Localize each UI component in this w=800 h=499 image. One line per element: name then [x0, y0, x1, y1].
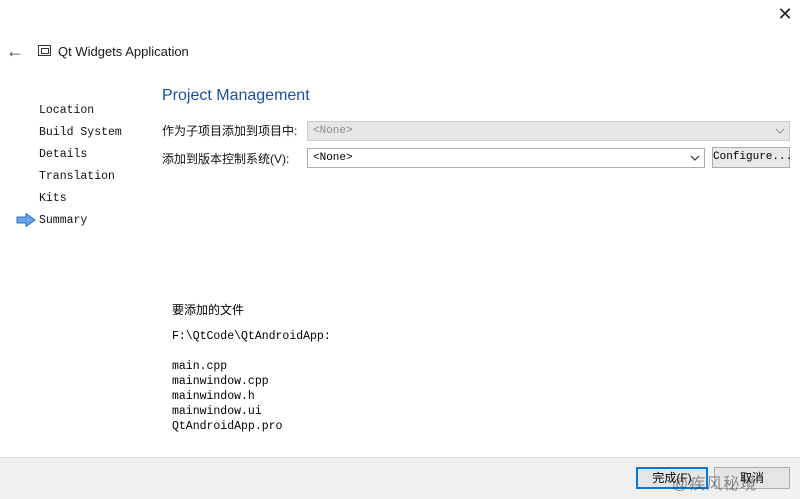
version-control-combo[interactable]: <None> [307, 148, 705, 168]
add-subproject-combo[interactable]: <None> [307, 121, 790, 141]
version-control-label: 添加到版本控制系统(V): [162, 152, 290, 166]
step-translation: Translation [39, 170, 115, 183]
file-item: mainwindow.ui [172, 405, 262, 418]
file-item: mainwindow.h [172, 390, 255, 403]
close-button[interactable]: ✕ [772, 2, 798, 26]
file-item: QtAndroidApp.pro [172, 420, 283, 433]
watermark: @疾风秘境 [672, 476, 758, 493]
wizard-title: Qt Widgets Application [58, 44, 189, 59]
back-arrow-icon[interactable]: ← [4, 40, 26, 62]
files-heading: 要添加的文件 [172, 303, 245, 317]
chevron-down-icon [690, 155, 700, 161]
current-step-arrow-icon [16, 213, 36, 227]
version-control-value: <None> [313, 152, 353, 164]
qt-window-icon [38, 45, 51, 56]
file-item: main.cpp [172, 360, 228, 373]
add-subproject-label: 作为子项目添加到项目中: [162, 124, 298, 138]
step-location: Location [39, 104, 95, 117]
chevron-down-icon [775, 128, 785, 134]
configure-button[interactable]: Configure... [712, 147, 792, 168]
file-item: mainwindow.cpp [172, 375, 269, 388]
step-kits: Kits [39, 192, 67, 205]
add-subproject-value: <None> [313, 125, 353, 137]
files-directory: F:\QtCode\QtAndroidApp: [172, 330, 331, 343]
page-title: Project Management [162, 87, 310, 104]
step-summary: Summary [39, 214, 88, 227]
step-details: Details [39, 148, 88, 161]
step-build-system: Build System [39, 126, 122, 139]
